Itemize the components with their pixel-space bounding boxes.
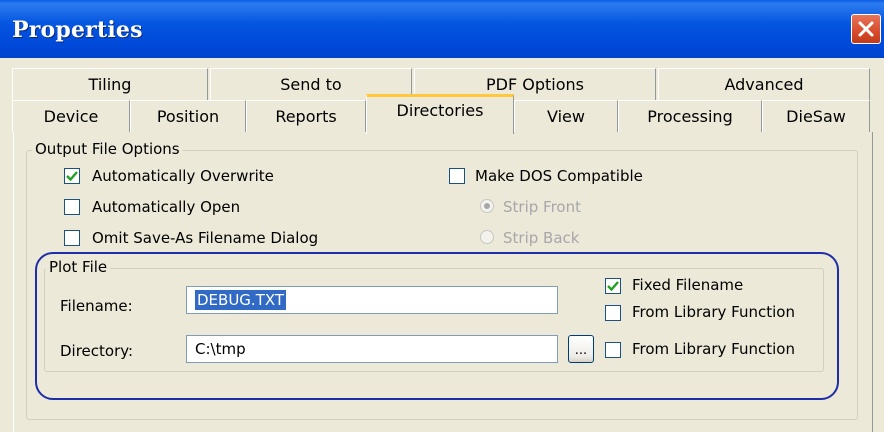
auto-overwrite-label: Automatically Overwrite — [92, 167, 274, 185]
tab-label: Processing — [647, 107, 733, 126]
tab-label: Send to — [280, 75, 342, 94]
tab-label: Directories — [396, 101, 484, 120]
close-icon — [858, 21, 874, 37]
output-file-options-legend: Output File Options — [32, 140, 183, 158]
strip-front-radio[interactable] — [480, 199, 494, 213]
tab-label: View — [547, 107, 585, 126]
strip-back-label: Strip Back — [503, 229, 580, 247]
highlight-annotation-ring — [35, 252, 839, 400]
tab-advanced[interactable]: Advanced — [658, 68, 870, 100]
dos-compatible-label: Make DOS Compatible — [475, 167, 643, 185]
tab-label: Tiling — [88, 75, 132, 94]
tab-diesaw[interactable]: DieSaw — [762, 100, 870, 132]
window-title: Properties — [12, 17, 143, 43]
auto-open-label: Automatically Open — [92, 198, 241, 216]
tab-view[interactable]: View — [514, 100, 618, 132]
tab-label: DieSaw — [786, 107, 846, 126]
tab-label: Device — [43, 107, 99, 126]
tab-label: Advanced — [724, 75, 804, 94]
omit-saveas-checkbox[interactable] — [64, 230, 80, 246]
checkmark-icon — [66, 171, 78, 182]
title-bar: Properties — [0, 0, 884, 58]
dos-compatible-checkbox[interactable] — [449, 168, 465, 184]
tab-processing[interactable]: Processing — [618, 100, 762, 132]
auto-open-checkbox[interactable] — [64, 199, 80, 215]
tab-reports[interactable]: Reports — [246, 100, 366, 132]
omit-saveas-label: Omit Save-As Filename Dialog — [92, 229, 319, 247]
tab-label: PDF Options — [486, 75, 584, 94]
strip-front-label: Strip Front — [503, 198, 581, 216]
tab-label: Position — [156, 107, 220, 126]
tab-tiling[interactable]: Tiling — [12, 68, 208, 100]
tab-position[interactable]: Position — [130, 100, 246, 132]
tab-device[interactable]: Device — [12, 100, 130, 132]
strip-back-radio[interactable] — [480, 230, 494, 244]
tab-label: Reports — [275, 107, 337, 126]
tab-directories[interactable]: Directories — [366, 94, 514, 134]
auto-overwrite-checkbox[interactable] — [64, 168, 80, 184]
close-button[interactable] — [851, 14, 881, 44]
